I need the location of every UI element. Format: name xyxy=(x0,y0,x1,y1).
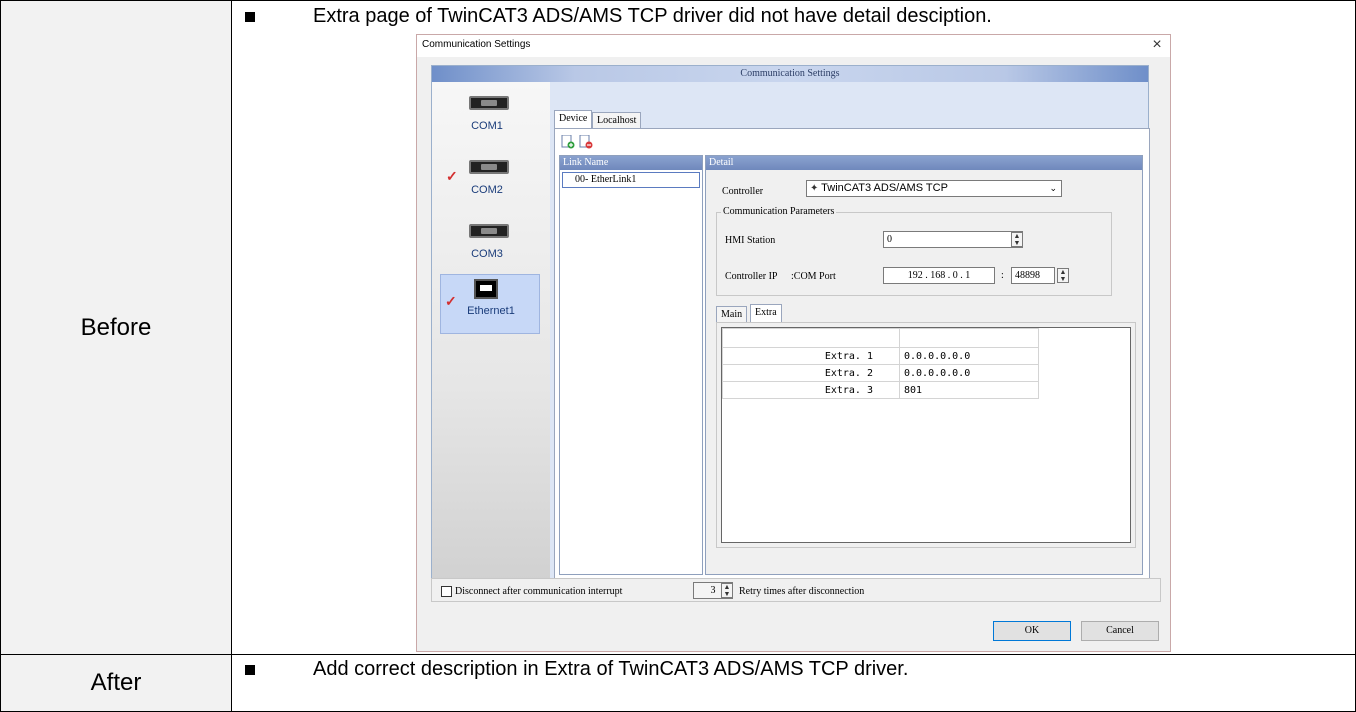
extra-value[interactable]: 0.0.0.0.0.0 xyxy=(899,347,1039,365)
port-label: COM3 xyxy=(471,248,503,260)
spin-arrows-icon[interactable]: ▲ ▼ xyxy=(1011,232,1023,247)
serial-port-icon xyxy=(469,160,509,174)
port-label: Ethernet1 xyxy=(467,305,515,317)
extra-value[interactable]: 801 xyxy=(899,381,1039,399)
ok-button[interactable]: OK xyxy=(993,621,1071,641)
communication-settings-dialog: Communication Settings × Communication S… xyxy=(416,34,1171,652)
retry-label: Retry times after disconnection xyxy=(739,586,865,597)
port-ethernet1[interactable]: ✓ Ethernet1 xyxy=(440,274,540,334)
link-name-header: Link Name xyxy=(560,156,702,170)
spin-arrows-icon[interactable]: ▲ ▼ xyxy=(721,583,733,598)
after-label-cell: After xyxy=(0,654,232,712)
link-list: Link Name 00- EtherLink1 xyxy=(559,155,703,575)
tab-main[interactable]: Main xyxy=(716,306,748,322)
controller-ip-label: Controller IP xyxy=(725,271,778,282)
port-com1[interactable]: COM1 xyxy=(442,90,532,148)
serial-port-icon xyxy=(469,96,509,110)
controller-label: Controller xyxy=(722,186,764,197)
port-list: COM1 ✓ COM2 COM3 ✓ Ethernet1 xyxy=(432,82,550,589)
detail-pane: Detail Controller ✦ TwinCAT3 ADS/AMS TCP… xyxy=(705,155,1143,575)
tab-extra[interactable]: Extra xyxy=(750,304,782,322)
port-com2[interactable]: ✓ COM2 xyxy=(442,154,532,212)
bullet-icon xyxy=(245,665,255,675)
com-port-input[interactable]: 48898 xyxy=(1011,267,1055,284)
comm-params-label: Communication Parameters xyxy=(721,206,837,217)
table-row[interactable]: Extra. 3 801 xyxy=(722,381,1039,399)
extra-name: Extra. 2 xyxy=(722,364,900,382)
tab-localhost[interactable]: Localhost xyxy=(592,112,642,128)
dialog-titlebar: Communication Settings × xyxy=(417,35,1170,57)
hmi-station-input[interactable]: 0 xyxy=(883,231,1023,248)
table-row[interactable]: Extra. 1 0.0.0.0.0.0 xyxy=(722,347,1039,365)
settings-header: Communication Settings xyxy=(432,66,1148,82)
controller-value: TwinCAT3 ADS/AMS TCP xyxy=(821,182,948,194)
settings-frame: Communication Settings COM1 ✓ COM2 COM3 … xyxy=(431,65,1150,590)
after-label: After xyxy=(90,669,142,696)
before-description: Extra page of TwinCAT3 ADS/AMS TCP drive… xyxy=(313,5,992,27)
tab-device[interactable]: Device xyxy=(554,110,593,128)
extra-header-row xyxy=(722,328,1039,348)
delete-link-icon[interactable] xyxy=(579,135,593,149)
spin-arrows-icon[interactable]: ▲ ▼ xyxy=(1057,268,1069,283)
after-description: Add correct description in Extra of Twin… xyxy=(313,658,909,680)
port-label: COM2 xyxy=(471,184,503,196)
ip-port-separator: : xyxy=(1001,270,1004,281)
extra-table: Extra. 1 0.0.0.0.0.0 Extra. 2 0.0.0.0.0.… xyxy=(722,328,1039,399)
device-tab-body: Link Name 00- EtherLink1 Detail Controll… xyxy=(554,128,1150,584)
extra-grid: Extra. 1 0.0.0.0.0.0 Extra. 2 0.0.0.0.0.… xyxy=(721,327,1131,543)
ethernet-port-icon xyxy=(474,279,498,299)
extra-tab-body: Extra. 1 0.0.0.0.0.0 Extra. 2 0.0.0.0.0.… xyxy=(716,322,1136,548)
dialog-title: Communication Settings xyxy=(422,39,531,50)
checkmark-icon: ✓ xyxy=(446,168,458,184)
before-label: Before xyxy=(80,313,152,341)
driver-icon: ✦ xyxy=(810,183,819,194)
communication-parameters-group: Communication Parameters HMI Station 0 ▲… xyxy=(716,206,1112,296)
controller-select[interactable]: ✦ TwinCAT3 ADS/AMS TCP ⌄ xyxy=(806,180,1062,197)
com-port-label: :COM Port xyxy=(791,271,836,282)
detail-header: Detail xyxy=(706,156,1142,170)
disconnect-checkbox[interactable] xyxy=(441,586,452,597)
dropdown-chevron-icon: ⌄ xyxy=(1049,183,1057,193)
link-item-etherlink1[interactable]: 00- EtherLink1 xyxy=(562,172,700,188)
table-row[interactable]: Extra. 2 0.0.0.0.0.0 xyxy=(722,364,1039,382)
bullet-icon xyxy=(245,12,255,22)
port-label: COM1 xyxy=(471,120,503,132)
close-icon[interactable]: × xyxy=(1147,36,1167,56)
disconnect-label: Disconnect after communication interrupt xyxy=(455,586,623,597)
before-label-cell: Before xyxy=(0,0,232,655)
serial-port-icon xyxy=(469,224,509,238)
extra-name: Extra. 3 xyxy=(722,381,900,399)
port-com3[interactable]: COM3 xyxy=(442,218,532,276)
cancel-button[interactable]: Cancel xyxy=(1081,621,1159,641)
hmi-station-label: HMI Station xyxy=(725,235,776,246)
extra-name: Extra. 1 xyxy=(722,347,900,365)
add-link-icon[interactable] xyxy=(561,135,575,149)
extra-value[interactable]: 0.0.0.0.0.0 xyxy=(899,364,1039,382)
controller-ip-input[interactable]: 192 . 168 . 0 . 1 xyxy=(883,267,995,284)
